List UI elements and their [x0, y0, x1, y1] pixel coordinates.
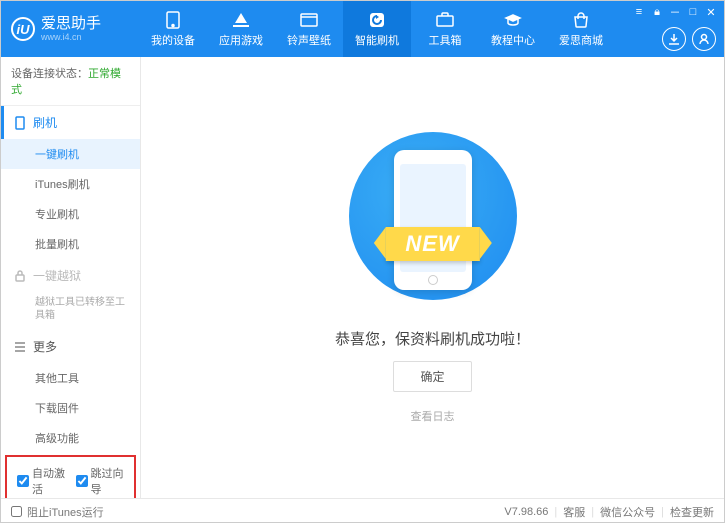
lock-icon: [13, 269, 27, 283]
tab-label: 工具箱: [429, 32, 462, 48]
main-area: 设备连接状态：正常模式 刷机 一键刷机 iTunes刷机 专业刷机 批量刷机 一…: [1, 57, 724, 498]
close-icon[interactable]: ✕: [704, 6, 718, 19]
device-status: 设备连接状态：正常模式: [1, 57, 140, 106]
tab-toolbox[interactable]: 工具箱: [411, 1, 479, 57]
tab-store[interactable]: 爱思商城: [547, 1, 615, 57]
app-url: www.i4.cn: [41, 32, 101, 42]
wallpaper-icon: [299, 11, 319, 29]
new-ribbon: NEW: [385, 227, 479, 261]
user-button[interactable]: [692, 27, 716, 51]
tab-label: 爱思商城: [559, 32, 603, 48]
tab-apps[interactable]: 应用游戏: [207, 1, 275, 57]
maximize-icon[interactable]: □: [686, 6, 700, 18]
tutorial-icon: [503, 11, 523, 29]
checkbox-row: 自动激活 跳过向导: [5, 455, 136, 498]
content: NEW 恭喜您，保资料刷机成功啦！ 确定 查看日志: [141, 57, 724, 498]
tab-label: 智能刷机: [355, 32, 399, 48]
checkbox-skip-guide[interactable]: 跳过向导: [76, 465, 125, 497]
wechat-link[interactable]: 微信公众号: [600, 504, 655, 520]
section-more[interactable]: 更多: [1, 330, 140, 363]
sidebar-item-advanced[interactable]: 高级功能: [1, 423, 140, 453]
tab-label: 我的设备: [151, 32, 195, 48]
view-log-link[interactable]: 查看日志: [411, 408, 455, 424]
app-name: 爱思助手: [41, 16, 101, 33]
phone-illustration: [394, 150, 472, 290]
toolbox-icon: [435, 11, 455, 29]
success-message: 恭喜您，保资料刷机成功啦！: [335, 328, 530, 349]
sidebar-item-oneclick[interactable]: 一键刷机: [1, 139, 140, 169]
jailbreak-note: 越狱工具已转移至工具箱: [1, 292, 140, 330]
header: iU 爱思助手 www.i4.cn 我的设备 应用游戏 铃声壁纸 智能刷机 工具…: [1, 1, 724, 57]
phone-icon: [13, 116, 27, 130]
header-right: [662, 27, 716, 51]
tab-flash[interactable]: 智能刷机: [343, 1, 411, 57]
checkbox-input[interactable]: [17, 475, 29, 487]
sidebar-item-pro[interactable]: 专业刷机: [1, 199, 140, 229]
minimize-icon[interactable]: －: [668, 4, 682, 20]
sidebar-item-other[interactable]: 其他工具: [1, 363, 140, 393]
logo-section: iU 爱思助手 www.i4.cn: [11, 16, 139, 43]
download-button[interactable]: [662, 27, 686, 51]
block-itunes-checkbox[interactable]: 阻止iTunes运行: [11, 504, 104, 520]
lock-icon[interactable]: 🔒︎: [650, 6, 664, 19]
sidebar-item-batch[interactable]: 批量刷机: [1, 229, 140, 259]
device-icon: [163, 11, 183, 29]
section-jailbreak: 一键越狱: [1, 259, 140, 292]
logo-icon: iU: [11, 17, 35, 41]
service-link[interactable]: 客服: [563, 504, 585, 520]
section-flash[interactable]: 刷机: [1, 106, 140, 139]
checkbox-input[interactable]: [11, 506, 22, 517]
sidebar-item-firmware[interactable]: 下载固件: [1, 393, 140, 423]
illustration: NEW: [323, 132, 543, 302]
nav-tabs: 我的设备 应用游戏 铃声壁纸 智能刷机 工具箱 教程中心 爱思商城: [139, 1, 615, 57]
sidebar-item-itunes[interactable]: iTunes刷机: [1, 169, 140, 199]
more-icon: [13, 340, 27, 354]
confirm-button[interactable]: 确定: [393, 361, 471, 392]
tab-label: 教程中心: [491, 32, 535, 48]
checkbox-input[interactable]: [76, 475, 88, 487]
flash-icon: [367, 11, 387, 29]
version-label: V7.98.66: [504, 506, 548, 518]
tab-tutorials[interactable]: 教程中心: [479, 1, 547, 57]
tab-my-device[interactable]: 我的设备: [139, 1, 207, 57]
footer: 阻止iTunes运行 V7.98.66 | 客服 | 微信公众号 | 检查更新: [1, 498, 724, 524]
sidebar: 设备连接状态：正常模式 刷机 一键刷机 iTunes刷机 专业刷机 批量刷机 一…: [1, 57, 141, 498]
store-icon: [571, 11, 591, 29]
tab-label: 应用游戏: [219, 32, 263, 48]
update-link[interactable]: 检查更新: [670, 504, 714, 520]
footer-right: V7.98.66 | 客服 | 微信公众号 | 检查更新: [504, 504, 714, 520]
title-controls: ≡ 🔒︎ － □ ✕: [632, 4, 718, 20]
tab-label: 铃声壁纸: [287, 32, 331, 48]
apps-icon: [231, 11, 251, 29]
checkbox-auto-activate[interactable]: 自动激活: [17, 465, 66, 497]
menu-icon[interactable]: ≡: [632, 6, 646, 18]
tab-ringtones[interactable]: 铃声壁纸: [275, 1, 343, 57]
